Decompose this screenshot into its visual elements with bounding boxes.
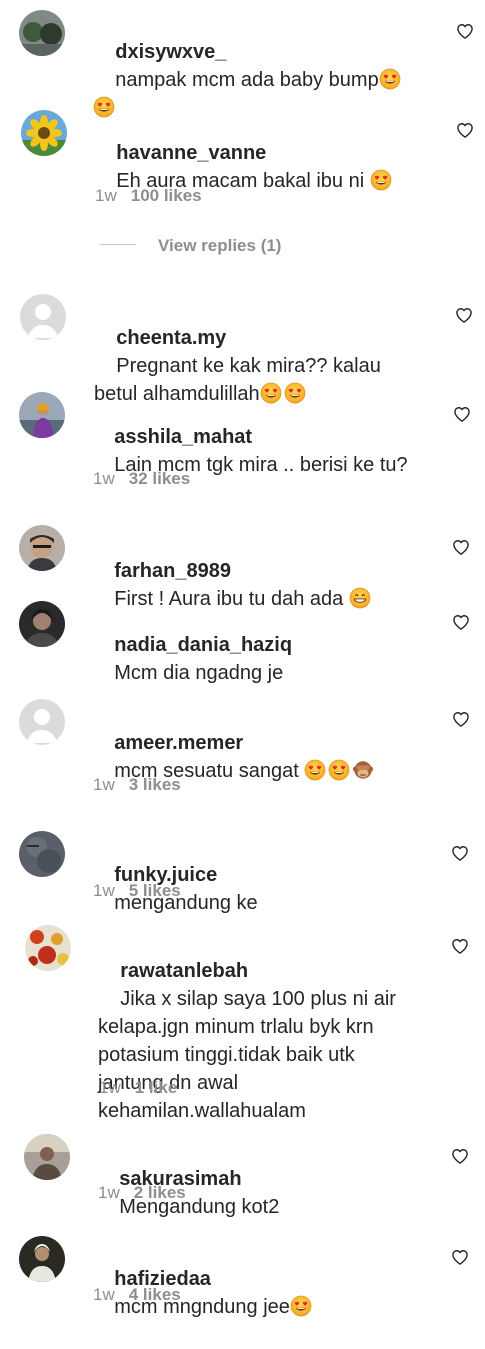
comment-text: rawatanlebah Jika x silap saya 100 plus … [98, 929, 423, 1153]
comment-time: 1w [99, 1078, 121, 1097]
heart-outline-icon[interactable] [450, 1146, 470, 1166]
heart-outline-icon[interactable] [455, 120, 475, 140]
replies-divider [100, 244, 136, 246]
comment-time: 1w [95, 186, 117, 205]
avatar[interactable] [19, 10, 65, 56]
comment-likes[interactable]: 3 likes [129, 775, 181, 794]
comment-likes[interactable]: 2 likes [134, 1183, 186, 1202]
comment-time: 1w [93, 881, 115, 900]
comment-body: nampak mcm ada baby bump [115, 69, 379, 91]
comment-username[interactable]: dxisywxve_ [115, 41, 226, 63]
avatar[interactable] [19, 699, 65, 745]
comment-meta: 1w 32 likes [93, 469, 190, 489]
comment-likes[interactable]: 100 likes [131, 186, 202, 205]
heart-outline-icon[interactable] [450, 843, 470, 863]
avatar[interactable] [21, 110, 67, 156]
comment-text: ameer.memer mcm sesuatu sangat [92, 701, 422, 813]
heart-eyes-emoji [304, 759, 326, 781]
heart-outline-icon[interactable] [454, 305, 474, 325]
comment-username[interactable]: nadia_dania_haziq [114, 634, 292, 656]
comment-meta: 1w 100 likes [95, 186, 202, 206]
comment-meta: 1w 5 likes [93, 881, 181, 901]
heart-eyes-emoji [328, 759, 350, 781]
heart-eyes-emoji [370, 169, 392, 191]
comment-username[interactable]: ameer.memer [114, 732, 243, 754]
avatar[interactable] [19, 392, 65, 438]
comment-time: 1w [93, 775, 115, 794]
comment-meta: 1w 2 likes [98, 1183, 186, 1203]
comment-meta: 1w 4 likes [93, 1285, 181, 1305]
comment-body: Mcm dia ngadng je [114, 662, 284, 684]
comment-body: Jika x silap saya 100 plus ni air kelapa… [98, 988, 402, 1122]
heart-outline-icon[interactable] [451, 612, 471, 632]
comment-likes[interactable]: 4 likes [129, 1285, 181, 1304]
comment-text: nadia_dania_haziq Mcm dia ngadng je [92, 603, 432, 715]
heart-outline-icon[interactable] [452, 404, 472, 424]
comment-text: havanne_vanne Eh aura macam bakal ibu ni [94, 111, 414, 223]
comment-meta: 1w 3 likes [93, 775, 181, 795]
comment-likes[interactable]: 1 like [135, 1078, 178, 1097]
comment-text: asshila_mahat Lain mcm tgk mira .. beris… [92, 395, 422, 507]
comment-username[interactable]: havanne_vanne [116, 142, 266, 164]
comment-likes[interactable]: 5 likes [129, 881, 181, 900]
avatar[interactable] [25, 925, 71, 971]
avatar[interactable] [19, 601, 65, 647]
heart-outline-icon[interactable] [451, 537, 471, 557]
comment-meta: 1w 1 like [99, 1078, 177, 1098]
view-replies-label: View replies (1) [158, 236, 282, 255]
heart-outline-icon[interactable] [451, 709, 471, 729]
comment-time: 1w [98, 1183, 120, 1202]
comment-username[interactable]: asshila_mahat [114, 426, 252, 448]
comment-time: 1w [93, 469, 115, 488]
heart-outline-icon[interactable] [450, 1247, 470, 1267]
avatar[interactable] [19, 831, 65, 877]
heart-outline-icon[interactable] [455, 21, 475, 41]
comment-username[interactable]: farhan_8989 [114, 560, 231, 582]
avatar[interactable] [19, 1236, 65, 1282]
view-replies-button[interactable]: View replies (1) [100, 236, 281, 258]
see-no-evil-monkey-emoji [352, 759, 374, 781]
avatar[interactable] [19, 525, 65, 571]
avatar[interactable] [20, 294, 66, 340]
comment-username[interactable]: rawatanlebah [120, 960, 248, 982]
comment-likes[interactable]: 32 likes [129, 469, 190, 488]
comment-time: 1w [93, 1285, 115, 1304]
avatar[interactable] [24, 1134, 70, 1180]
heart-outline-icon[interactable] [450, 936, 470, 956]
heart-eyes-emoji [379, 68, 401, 90]
comment-username[interactable]: cheenta.my [116, 327, 226, 349]
